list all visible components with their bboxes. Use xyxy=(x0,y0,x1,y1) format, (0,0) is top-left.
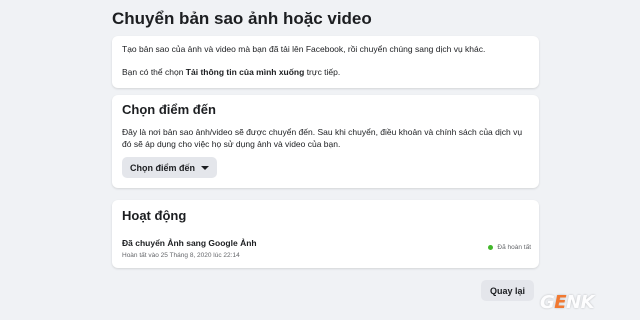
status-dot-icon xyxy=(488,245,494,250)
intro-download-prefix: Bạn có thể chọn xyxy=(122,67,186,77)
status-badge: Đã hoàn tất xyxy=(488,244,531,251)
watermark-part2: NK xyxy=(566,292,595,313)
activity-heading: Hoạt động xyxy=(122,208,187,223)
watermark-accent: E xyxy=(554,292,567,313)
back-button[interactable]: Quay lại xyxy=(481,280,535,301)
destination-heading: Chọn điểm đến xyxy=(122,102,216,117)
activity-item-title: Đã chuyển Ảnh sang Google Ảnh xyxy=(122,238,257,248)
activity-card: Hoạt động Đã chuyển Ảnh sang Google Ảnh … xyxy=(112,200,539,268)
intro-description: Tạo bản sao của ảnh và video mà bạn đã t… xyxy=(122,44,486,54)
intro-card: Tạo bản sao của ảnh và video mà bạn đã t… xyxy=(112,36,539,88)
destination-card: Chọn điểm đến Đây là nơi bản sao ảnh/vid… xyxy=(112,95,539,188)
download-info-link[interactable]: Tải thông tin của mình xuống xyxy=(186,67,305,77)
intro-download-suffix: trực tiếp. xyxy=(304,67,341,77)
choose-destination-button[interactable]: Chọn điểm đến xyxy=(122,157,217,178)
caret-down-icon xyxy=(201,165,209,170)
watermark-part1: G xyxy=(540,292,555,313)
intro-download-hint: Bạn có thể chọn Tải thông tin của mình x… xyxy=(122,66,340,78)
destination-description: Đây là nơi bản sao ảnh/video sẽ được chu… xyxy=(122,127,523,150)
choose-destination-label: Chọn điểm đến xyxy=(130,162,195,173)
activity-item-timestamp: Hoàn tất vào 25 Tháng 8, 2020 lúc 22:14 xyxy=(122,252,240,259)
genk-watermark-logo: GENK xyxy=(540,292,595,313)
status-label: Đã hoàn tất xyxy=(497,244,531,251)
page-title: Chuyển bản sao ảnh hoặc video xyxy=(112,9,372,28)
